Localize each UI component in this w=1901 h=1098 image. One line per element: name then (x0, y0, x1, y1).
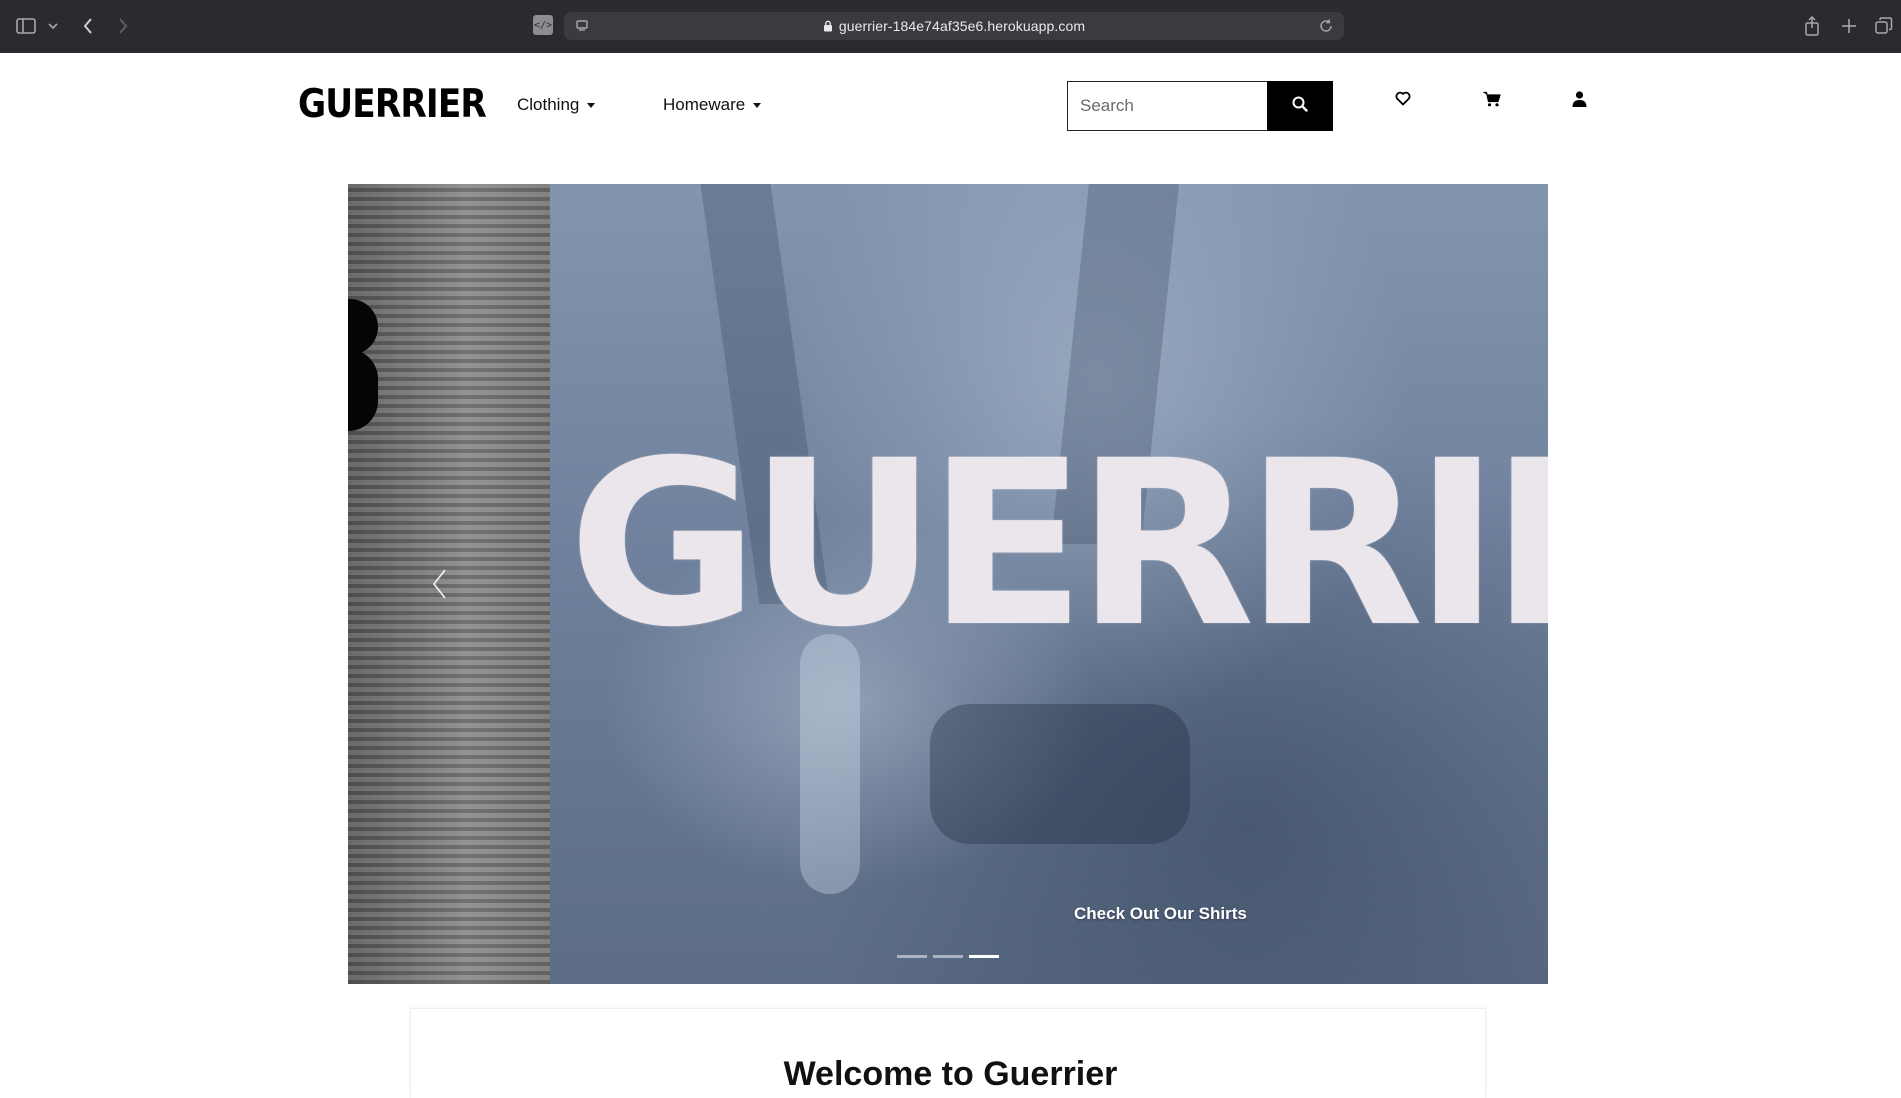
share-icon[interactable] (1800, 14, 1824, 38)
nav-clothing-label: Clothing (517, 95, 580, 114)
code-icon[interactable]: </> (533, 15, 553, 35)
slide-graphic (348, 349, 378, 431)
back-icon[interactable] (78, 14, 98, 38)
browser-toolbar: </> guerrier-184e74af35e6.herokuapp.com (0, 0, 1901, 53)
carousel-prev-button[interactable] (428, 566, 452, 602)
search-button[interactable] (1267, 81, 1333, 131)
carousel-indicator-1[interactable] (897, 955, 927, 958)
user-icon (1572, 90, 1587, 112)
carousel-indicator-3[interactable] (969, 955, 999, 958)
heart-icon (1395, 91, 1411, 111)
wishlist-button[interactable] (1391, 89, 1415, 113)
slide-caption[interactable]: Check Out Our Shirts (1074, 904, 1247, 924)
tab-overview-icon[interactable] (1872, 14, 1896, 38)
url-label: guerrier-184e74af35e6.herokuapp.com (838, 18, 1086, 34)
carousel-indicator-2[interactable] (933, 955, 963, 958)
slide-wordmark: GUERRIER (568, 411, 1548, 677)
search-form (1067, 81, 1333, 131)
search-input[interactable] (1067, 81, 1267, 131)
new-tab-icon[interactable] (1837, 14, 1861, 38)
cart-button[interactable] (1480, 89, 1504, 113)
nav-homeware-label: Homeware (663, 95, 746, 114)
welcome-brand: Guerrier (983, 1055, 1118, 1093)
forward-icon[interactable] (113, 14, 133, 38)
chevron-left-icon (428, 569, 452, 606)
sidebar-toggle-icon[interactable] (14, 14, 38, 38)
search-icon (1292, 96, 1308, 117)
nav-clothing-dropdown[interactable]: Clothing (517, 95, 596, 115)
lock-icon (823, 20, 833, 32)
carousel-indicators (897, 955, 999, 958)
cart-icon (1483, 91, 1501, 112)
caret-down-icon (753, 102, 762, 108)
nav-homeware-dropdown[interactable]: Homeware (663, 95, 762, 115)
account-button[interactable] (1567, 89, 1591, 113)
welcome-heading: Welcome to Guerrier (0, 1055, 1901, 1094)
url-text: guerrier-184e74af35e6.herokuapp.com (564, 18, 1344, 34)
caret-down-icon (587, 102, 596, 108)
slide-graphic (348, 299, 378, 355)
welcome-prefix: Welcome to (783, 1055, 984, 1093)
site-header: GUERRIER Clothing Homeware (0, 53, 1901, 183)
address-bar[interactable]: guerrier-184e74af35e6.herokuapp.com (564, 12, 1344, 40)
site-logo[interactable]: GUERRIER (298, 85, 487, 124)
reload-icon[interactable] (1316, 16, 1336, 36)
slide-texture (930, 704, 1190, 844)
chevron-down-icon[interactable] (46, 14, 60, 38)
hero-carousel: GUERRIER (348, 184, 1548, 984)
